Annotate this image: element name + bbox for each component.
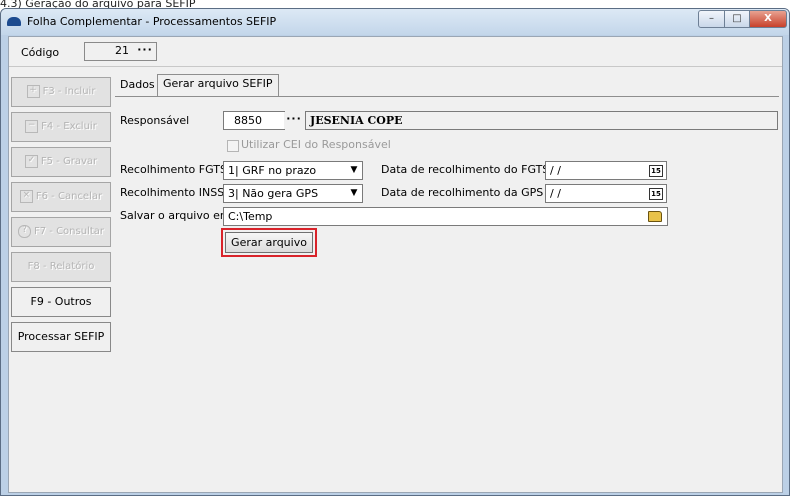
app-icon [7, 17, 21, 26]
question-icon: ? [17, 224, 31, 238]
codigo-label: Código [21, 46, 60, 59]
codigo-lookup-button[interactable]: ··· [135, 43, 155, 60]
recolhimento-fgts-value: 1| GRF no prazo [228, 164, 317, 177]
close-button[interactable]: X [749, 10, 787, 28]
tab-panel-gerar-arquivo: Responsável 8850 ··· JESENIA COPE Utiliz… [115, 96, 779, 489]
responsavel-name-field: JESENIA COPE [305, 111, 778, 130]
gerar-arquivo-button[interactable]: Gerar arquivo [225, 232, 313, 253]
chevron-down-icon[interactable]: ▼ [347, 186, 361, 201]
recolhimento-fgts-label: Recolhimento FGTS [120, 163, 227, 176]
sidebar-button-cancelar[interactable]: × F6 - Cancelar [11, 182, 111, 212]
sidebar-button-gravar[interactable]: ✓ F5 - Gravar [11, 147, 111, 177]
sidebar-button-relatorio[interactable]: F8 - Relatório [11, 252, 111, 282]
sidebar-button-incluir[interactable]: + F3 - Incluir [11, 77, 111, 107]
sidebar-button-label: F5 - Gravar [40, 156, 98, 167]
responsavel-lookup-button[interactable]: ··· [284, 112, 304, 129]
calendar-icon[interactable]: 15 [649, 188, 663, 200]
window-client-area: Código 21 ··· + F3 - Incluir − F4 - Exclui… [8, 36, 783, 493]
sidebar-button-label: F6 - Cancelar [35, 191, 103, 202]
plus-icon: + [26, 84, 40, 98]
main-content: Dados Gerar arquivo SEFIP Responsável 88… [112, 67, 780, 492]
recolhimento-inss-select[interactable]: 3| Não gera GPS ▼ [223, 184, 363, 203]
salvar-arquivo-label: Salvar o arquivo em [120, 209, 231, 222]
calendar-icon[interactable]: 15 [649, 165, 663, 177]
sidebar-button-label: F3 - Incluir [42, 86, 96, 97]
window-title: Folha Complementar - Processamentos SEFI… [27, 15, 277, 28]
data-fgts-label: Data de recolhimento do FGTS [381, 163, 550, 176]
folder-icon[interactable] [648, 211, 662, 222]
responsavel-label: Responsável [120, 114, 190, 127]
sidebar-button-consultar[interactable]: ? F7 - Consultar [11, 217, 111, 247]
utilizar-cei-checkbox[interactable] [227, 140, 239, 152]
minimize-button[interactable]: – [698, 10, 725, 28]
minus-icon: − [25, 119, 39, 133]
utilizar-cei-label: Utilizar CEI do Responsável [241, 138, 391, 151]
codigo-value: 21 [115, 44, 129, 57]
sidebar-button-outros[interactable]: F9 - Outros [11, 287, 111, 317]
sidebar-button-label: F4 - Excluir [41, 121, 97, 132]
data-gps-label: Data de recolhimento da GPS [381, 186, 544, 199]
codigo-bar: Código 21 ··· [9, 37, 782, 67]
title-bar[interactable]: Folha Complementar - Processamentos SEFI… [1, 9, 789, 35]
app-window: Folha Complementar - Processamentos SEFI… [0, 8, 790, 496]
recolhimento-inss-label: Recolhimento INSS [120, 186, 225, 199]
recolhimento-inss-value: 3| Não gera GPS [228, 187, 319, 200]
sidebar-button-processar-sefip[interactable]: Processar SEFIP [11, 322, 111, 352]
sidebar: + F3 - Incluir − F4 - Excluir ✓ F5 - Gravar… [9, 69, 112, 492]
cancel-icon: × [19, 189, 33, 203]
tab-dados[interactable]: Dados [115, 76, 160, 96]
tab-gerar-arquivo-sefip[interactable]: Gerar arquivo SEFIP [157, 74, 279, 97]
sidebar-button-label: F7 - Consultar [33, 226, 104, 237]
chevron-down-icon[interactable]: ▼ [347, 163, 361, 178]
page-caption: 4.3) Geração do arquivo para SEFIP [0, 0, 196, 8]
salvar-arquivo-field[interactable]: C:\Temp [223, 207, 668, 226]
sidebar-button-excluir[interactable]: − F4 - Excluir [11, 112, 111, 142]
check-icon: ✓ [24, 154, 38, 168]
recolhimento-fgts-select[interactable]: 1| GRF no prazo ▼ [223, 161, 363, 180]
responsavel-code-field[interactable]: 8850 [223, 111, 285, 130]
gerar-arquivo-highlight: Gerar arquivo [221, 228, 317, 257]
maximize-button[interactable]: □ [724, 10, 750, 28]
